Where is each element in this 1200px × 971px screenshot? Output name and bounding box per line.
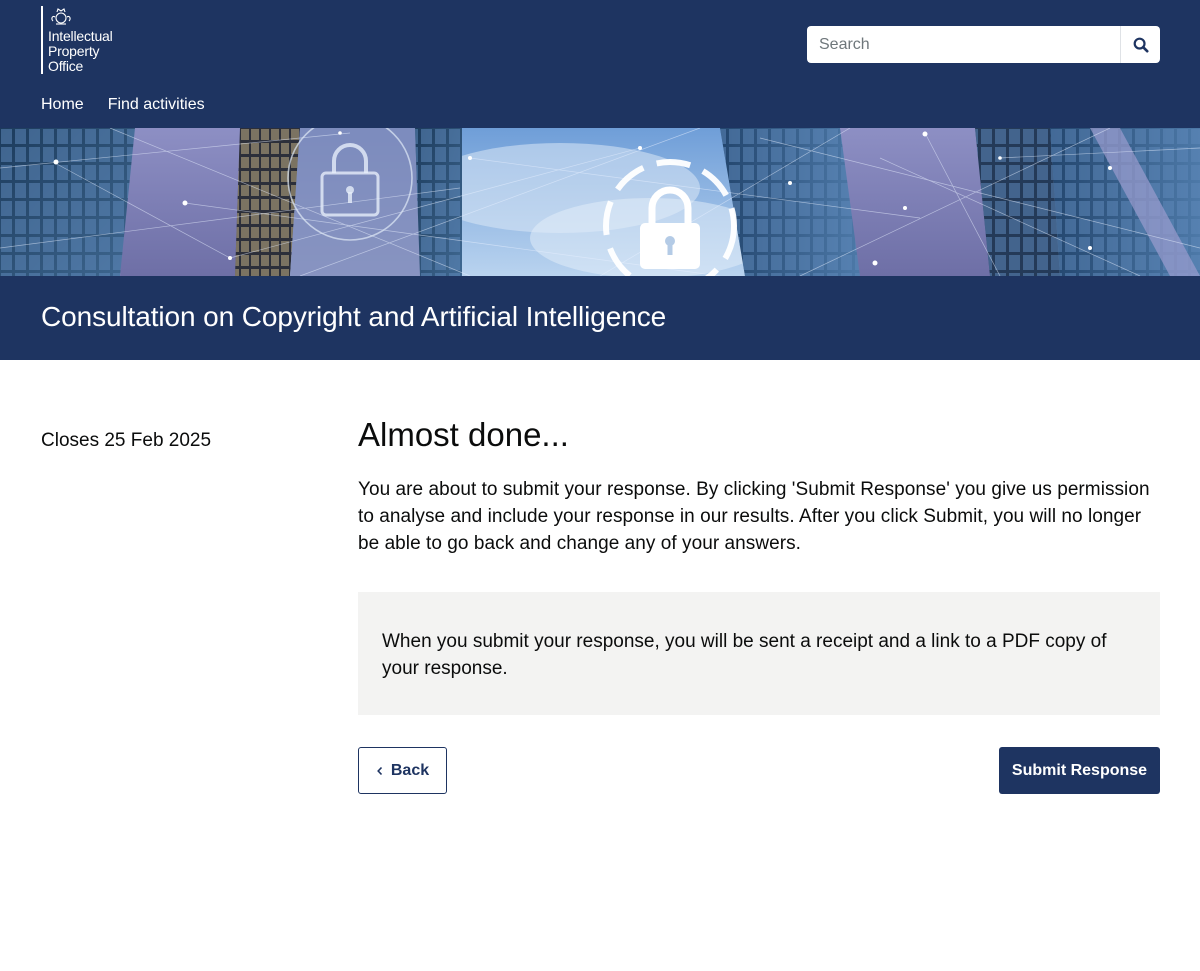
chevron-left-icon bbox=[376, 766, 382, 775]
logo-line-3: Office bbox=[48, 58, 84, 74]
logo-mark: Intellectual Property Office bbox=[48, 6, 113, 74]
confirmation-text: You are about to submit your response. B… bbox=[358, 479, 1150, 554]
nav-find-activities-link[interactable]: Find activities bbox=[108, 95, 205, 115]
back-button[interactable]: Back bbox=[358, 747, 447, 794]
ipo-logo[interactable]: Intellectual Property Office bbox=[41, 6, 167, 74]
logo-divider bbox=[41, 6, 43, 74]
banner-image bbox=[0, 128, 1200, 276]
submit-response-button[interactable]: Submit Response bbox=[999, 747, 1160, 794]
main-nav: Home Find activities bbox=[41, 95, 205, 115]
royal-crest-icon bbox=[51, 8, 71, 25]
nav-home-link[interactable]: Home bbox=[41, 95, 84, 115]
receipt-notice: When you submit your response, you will … bbox=[358, 592, 1160, 715]
search-form bbox=[807, 26, 1160, 63]
logo-line-2: Property bbox=[48, 43, 100, 59]
logo-line-1: Intellectual bbox=[48, 28, 113, 44]
search-icon bbox=[1133, 37, 1148, 52]
back-button-label: Back bbox=[390, 761, 430, 779]
closing-date: Closes 25 Feb 2025 bbox=[41, 430, 212, 451]
page-title: Consultation on Copyright and Artificial… bbox=[41, 301, 667, 332]
form-actions: Back Submit Response bbox=[358, 747, 1160, 794]
confirmation-heading: Almost done... bbox=[358, 416, 569, 453]
search-input[interactable] bbox=[807, 26, 1120, 63]
title-bar: Consultation on Copyright and Artificial… bbox=[0, 276, 1200, 360]
search-button[interactable] bbox=[1120, 26, 1160, 63]
site-header: Intellectual Property Office Home Find a… bbox=[0, 0, 1200, 128]
main-content: Closes 25 Feb 2025 Almost done... You ar… bbox=[0, 360, 1200, 971]
hero-banner bbox=[0, 128, 1200, 276]
submit-confirmation: Almost done... You are about to submit y… bbox=[358, 415, 1160, 794]
receipt-notice-text: When you submit your response, you will … bbox=[382, 631, 1107, 679]
